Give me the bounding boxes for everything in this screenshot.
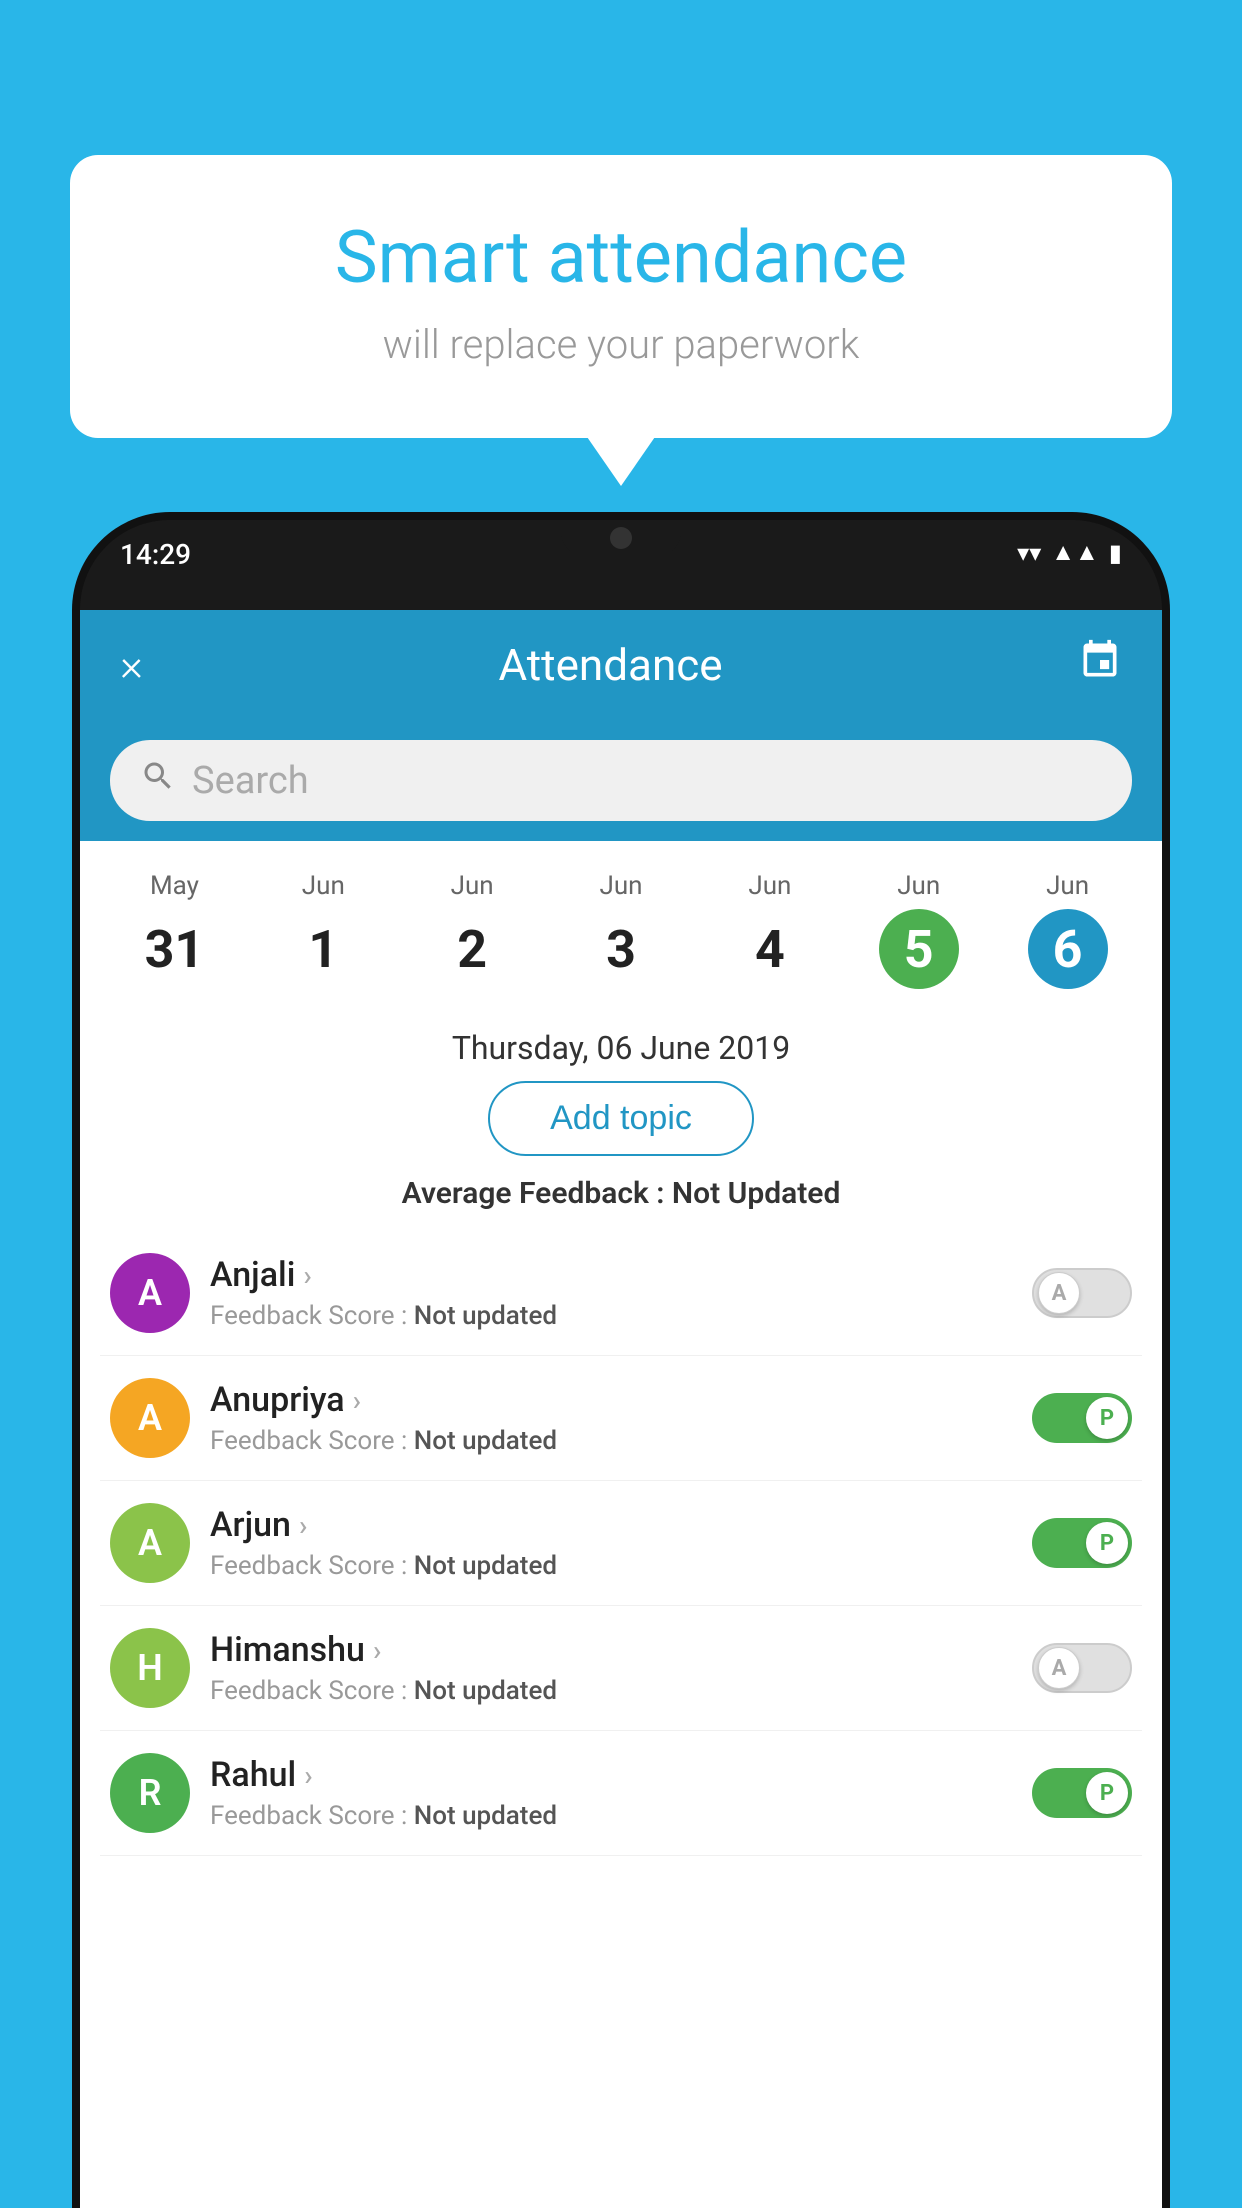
phone-notch (561, 520, 681, 556)
chevron-right-icon: › (304, 1759, 312, 1792)
date-strip: May 31 Jun 1 Jun 2 Jun 3 Jun 4 Jun 5 Jun 6 (80, 841, 1162, 1009)
date-month-label: Jun (695, 871, 844, 901)
student-list-item: R Rahul › Feedback Score : Not updated P (100, 1731, 1142, 1856)
date-day-number: 31 (134, 909, 214, 989)
student-avatar: H (110, 1628, 190, 1708)
date-item-5[interactable]: Jun 5 (844, 861, 993, 999)
date-day-number: 4 (730, 909, 810, 989)
attendance-toggle[interactable]: P (1032, 1518, 1132, 1568)
student-info: Rahul › Feedback Score : Not updated (210, 1755, 1012, 1831)
toggle-knob: A (1038, 1647, 1080, 1689)
student-list-item: A Anupriya › Feedback Score : Not updated P (100, 1356, 1142, 1481)
student-list-item: A Arjun › Feedback Score : Not updated P (100, 1481, 1142, 1606)
app-title: Attendance (498, 639, 722, 691)
search-icon (140, 758, 176, 803)
chevron-right-icon: › (373, 1634, 381, 1667)
student-info: Anupriya › Feedback Score : Not updated (210, 1380, 1012, 1456)
search-container: Search (80, 720, 1162, 841)
calendar-icon (1078, 638, 1122, 682)
date-day-number: 3 (581, 909, 661, 989)
speech-bubble: Smart attendance will replace your paper… (70, 155, 1172, 438)
search-placeholder: Search (192, 759, 309, 803)
date-item-4[interactable]: Jun 4 (695, 861, 844, 999)
attendance-toggle[interactable]: A (1032, 1268, 1132, 1318)
avg-feedback: Average Feedback : Not Updated (100, 1176, 1142, 1211)
student-name[interactable]: Anupriya › (210, 1380, 1012, 1420)
battery-icon: ▮ (1109, 539, 1122, 567)
date-item-1[interactable]: Jun 1 (249, 861, 398, 999)
student-feedback: Feedback Score : Not updated (210, 1426, 1012, 1456)
add-topic-button[interactable]: Add topic (488, 1081, 754, 1156)
date-day-number: 5 (879, 909, 959, 989)
date-month-label: Jun (993, 871, 1142, 901)
speech-bubble-container: Smart attendance will replace your paper… (70, 155, 1172, 438)
app-screen: × Attendance Search May31Jun1Ju (80, 610, 1162, 2208)
student-feedback: Feedback Score : Not updated (210, 1551, 1012, 1581)
chevron-right-icon: › (353, 1384, 361, 1417)
student-name[interactable]: Rahul › (210, 1755, 1012, 1795)
status-time: 14:29 (120, 538, 191, 571)
attendance-toggle[interactable]: P (1032, 1393, 1132, 1443)
close-button[interactable]: × (120, 639, 143, 691)
bubble-subtitle: will replace your paperwork (150, 321, 1092, 368)
app-header: × Attendance (80, 610, 1162, 720)
date-month-label: May (100, 871, 249, 901)
attendance-toggle[interactable]: A (1032, 1643, 1132, 1693)
content-area: Thursday, 06 June 2019 Add topic Average… (80, 1009, 1162, 1856)
toggle-knob: P (1086, 1397, 1128, 1439)
date-month-label: Jun (844, 871, 993, 901)
student-avatar: R (110, 1753, 190, 1833)
student-name[interactable]: Arjun › (210, 1505, 1012, 1545)
bubble-title: Smart attendance (150, 215, 1092, 301)
student-name[interactable]: Anjali › (210, 1255, 1012, 1295)
student-avatar: A (110, 1378, 190, 1458)
date-item-6[interactable]: Jun 6 (993, 861, 1142, 999)
student-info: Anjali › Feedback Score : Not updated (210, 1255, 1012, 1331)
toggle-knob: P (1086, 1522, 1128, 1564)
status-icons: ▾▾ ▲▲ ▮ (1017, 538, 1122, 567)
selected-date: Thursday, 06 June 2019 (100, 1009, 1142, 1081)
student-name[interactable]: Himanshu › (210, 1630, 1012, 1670)
signal-icon: ▲▲ (1051, 538, 1099, 567)
date-day-number: 2 (432, 909, 512, 989)
calendar-button[interactable] (1078, 638, 1122, 692)
student-avatar: A (110, 1503, 190, 1583)
student-avatar: A (110, 1253, 190, 1333)
date-month-label: Jun (547, 871, 696, 901)
camera-notch (610, 527, 632, 549)
student-info: Himanshu › Feedback Score : Not updated (210, 1630, 1012, 1706)
date-day-number: 1 (283, 909, 363, 989)
student-list-item: A Anjali › Feedback Score : Not updated A (100, 1231, 1142, 1356)
date-item-2[interactable]: Jun 2 (398, 861, 547, 999)
student-list: AAnjali ›Feedback Score : Not updatedAAA… (100, 1231, 1142, 1856)
student-info: Arjun › Feedback Score : Not updated (210, 1505, 1012, 1581)
student-list-item: H Himanshu › Feedback Score : Not updated A (100, 1606, 1142, 1731)
date-item-3[interactable]: Jun 3 (547, 861, 696, 999)
date-item-0[interactable]: May 31 (100, 861, 249, 999)
student-feedback: Feedback Score : Not updated (210, 1801, 1012, 1831)
wifi-icon: ▾▾ (1017, 539, 1041, 567)
date-day-number: 6 (1028, 909, 1108, 989)
attendance-toggle[interactable]: P (1032, 1768, 1132, 1818)
status-bar: 14:29 ▾▾ ▲▲ ▮ (80, 520, 1162, 610)
date-month-label: Jun (249, 871, 398, 901)
phone-frame: 14:29 ▾▾ ▲▲ ▮ × Attendance (80, 520, 1162, 2208)
student-feedback: Feedback Score : Not updated (210, 1676, 1012, 1706)
date-month-label: Jun (398, 871, 547, 901)
student-feedback: Feedback Score : Not updated (210, 1301, 1012, 1331)
search-bar[interactable]: Search (110, 740, 1132, 821)
chevron-right-icon: › (299, 1509, 307, 1542)
chevron-right-icon: › (303, 1259, 311, 1292)
toggle-knob: P (1086, 1772, 1128, 1814)
toggle-knob: A (1038, 1272, 1080, 1314)
